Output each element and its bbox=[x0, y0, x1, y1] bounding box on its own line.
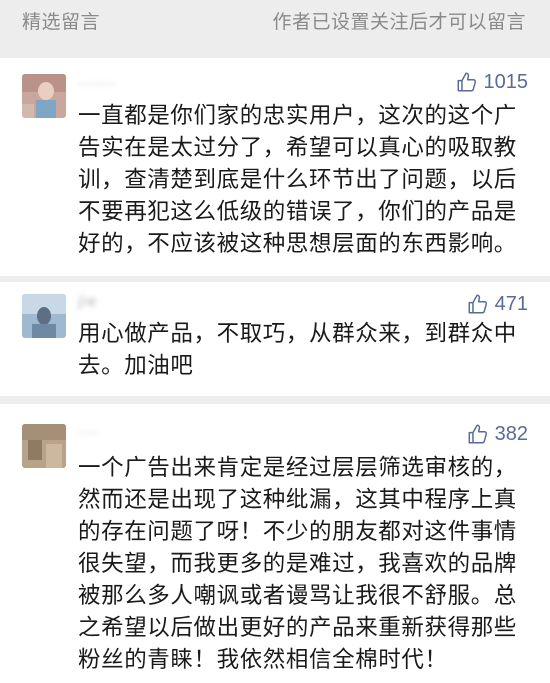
comment-line: 的存在问题了呀！不少的朋友都对这件事情 bbox=[78, 519, 517, 545]
like-button[interactable]: 471 bbox=[467, 292, 528, 316]
comment-text: 一个广告出来肯定是经过层层筛选审核的， 然而还是出现了这种纰漏，这其中程序上真 … bbox=[78, 452, 530, 676]
comments-header: 精选留言 作者已设置关注后才可以留言 bbox=[0, 0, 550, 40]
like-count: 1015 bbox=[483, 70, 529, 93]
avatar[interactable] bbox=[22, 74, 66, 118]
commenter-name[interactable]: ···· bbox=[78, 426, 100, 442]
like-count: 471 bbox=[494, 292, 528, 315]
comment-line: 不要再犯这么低级的错误了，你们的产品是 bbox=[78, 199, 517, 225]
comment-text: 一直都是你们家的忠实用户，这次的这个广 告实在是太过分了，希望可以真心的吸取教 … bbox=[78, 100, 530, 260]
thumbs-up-icon bbox=[468, 424, 487, 444]
commenter-name[interactable]: jie bbox=[78, 294, 97, 310]
comment-item: jie 471 用心做产品，不取巧，从群众来，到群众中 去。加油吧 bbox=[0, 282, 550, 396]
comment-item: ···· 382 一个广告出来肯定是经过层层筛选审核的， 然而还是出现了这种纰漏… bbox=[0, 404, 550, 683]
comment-line: 之希望以后做出更好的产品来重新获得那些 bbox=[78, 615, 517, 641]
comment-line: 好的，不应该被这种思想层面的东西影响。 bbox=[78, 231, 517, 257]
commenter-name[interactable]: ······· bbox=[78, 74, 131, 93]
comment-line: 粉丝的青睐！我依然相信全棉时代！ bbox=[78, 647, 448, 673]
comment-item: ······· 1015 一直都是你们家的忠实用户，这次的这个广 告实在是太过分… bbox=[0, 58, 550, 276]
comment-line: 去。加油吧 bbox=[78, 353, 194, 379]
comment-line: 告实在是太过分了，希望可以真心的吸取教 bbox=[78, 135, 517, 161]
follow-to-comment-notice: 作者已设置关注后才可以留言 bbox=[272, 11, 526, 33]
thumbs-up-icon bbox=[457, 72, 476, 92]
avatar[interactable] bbox=[22, 294, 66, 338]
comment-line: 然而还是出现了这种纰漏，这其中程序上真 bbox=[78, 487, 517, 513]
comment-line: 用心做产品，不取巧，从群众来，到群众中 bbox=[78, 321, 517, 347]
thumbs-up-icon bbox=[468, 294, 487, 314]
comment-line: 一直都是你们家的忠实用户，这次的这个广 bbox=[78, 103, 517, 129]
comment-line: 训，查清楚到底是什么环节出了问题，以后 bbox=[78, 167, 517, 193]
comment-line: 很失望，而我更多的是难过，我喜欢的品牌 bbox=[78, 551, 517, 577]
like-button[interactable]: 382 bbox=[467, 422, 528, 446]
comment-text: 用心做产品，不取巧，从群众来，到群众中 去。加油吧 bbox=[78, 318, 530, 382]
comments-page: 精选留言 作者已设置关注后才可以留言 ······· 1015 一直都是你们家的… bbox=[0, 0, 550, 683]
comment-line: 被那么多人嘲讽或者谩骂让我很不舒服。总 bbox=[78, 583, 517, 609]
avatar[interactable] bbox=[22, 424, 66, 468]
like-count: 382 bbox=[494, 422, 528, 445]
featured-comments-label: 精选留言 bbox=[22, 11, 101, 33]
like-button[interactable]: 1015 bbox=[456, 70, 529, 94]
comment-line: 一个广告出来肯定是经过层层筛选审核的， bbox=[78, 455, 517, 481]
